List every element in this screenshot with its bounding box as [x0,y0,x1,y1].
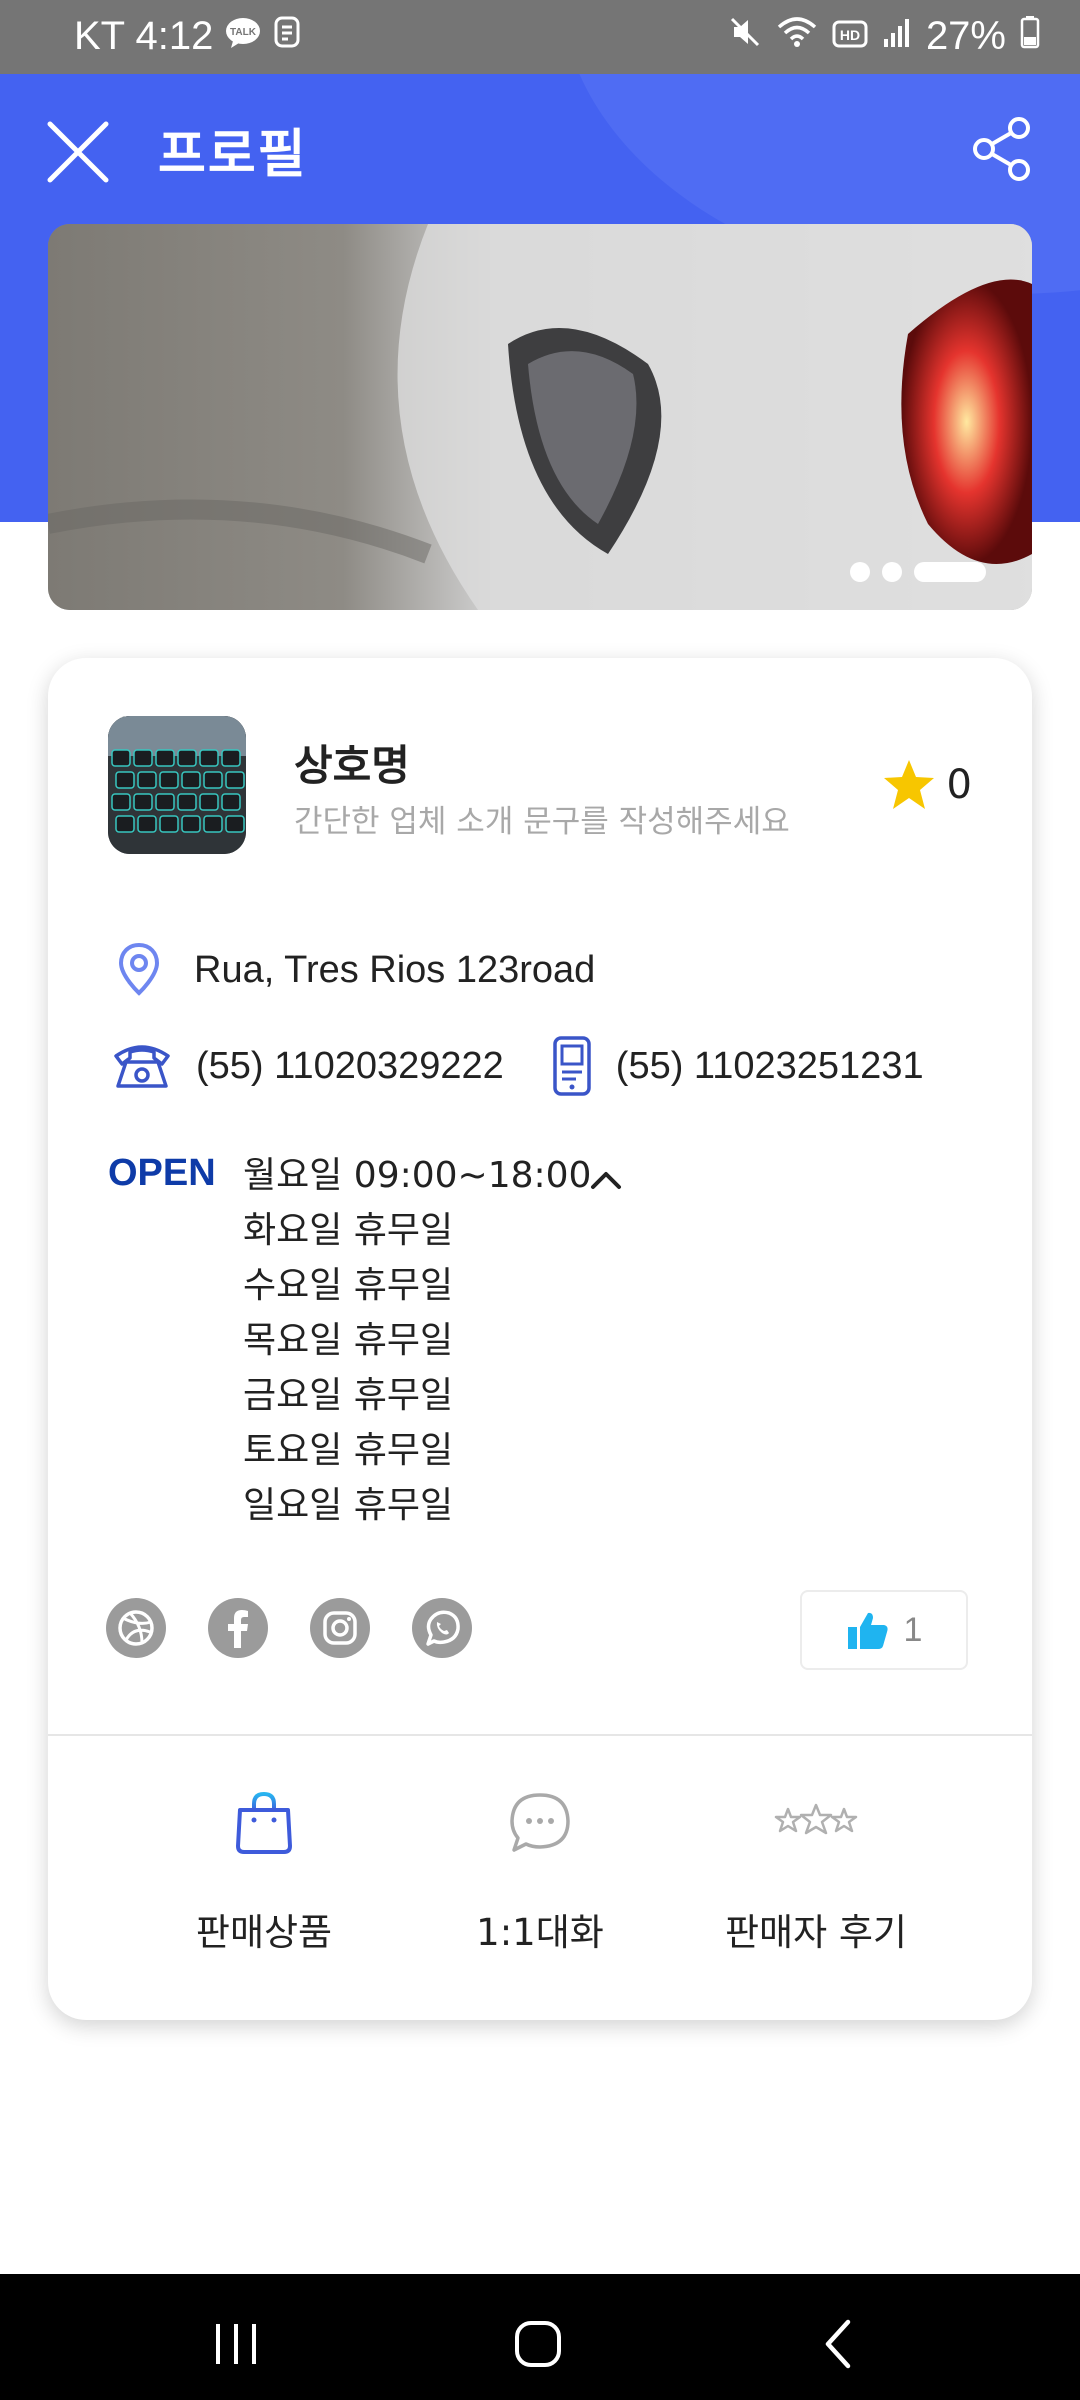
tab-reviews-label: 판매자 후기 [725,1911,907,1954]
carousel-dots [850,562,986,582]
rating: 0 [881,758,972,812]
facebook-icon [228,1610,248,1648]
hours-collapse-button[interactable] [588,1162,624,1198]
star-icon [883,760,934,809]
rating-value: 0 [946,762,972,808]
profile-card: 상호명 간단한 업체 소개 문구를 작성해주세요 0 Rua, Tres Rio… [48,658,1032,2020]
chat-bubble-icon [510,1793,570,1852]
avatar [108,716,246,854]
mobile-phone-icon [553,1036,591,1096]
divider [48,1734,1032,1736]
social-links [106,1598,472,1658]
svg-text:TALK: TALK [230,27,257,38]
hours-tuesday: 화요일 휴무일 [243,1210,454,1251]
mobile-contact[interactable]: (55) 11023251231 [552,1036,924,1096]
phone-number[interactable]: (55) 11020329222 [196,1045,504,1088]
wifi-icon [776,14,818,59]
whatsapp-icon [426,1610,460,1646]
system-nav-bar [0,2274,1080,2400]
back-button[interactable] [810,2314,870,2374]
recent-apps-icon [216,2324,256,2364]
kakaotalk-icon: TALK [225,14,261,59]
address-row[interactable]: Rua, Tres Rios 123road [116,942,595,998]
hours-wednesday: 수요일 휴무일 [243,1265,454,1306]
battery-icon [1020,14,1040,59]
carousel-dot[interactable] [882,562,902,582]
location-pin-icon [118,942,160,996]
hours-saturday: 토요일 휴무일 [243,1430,454,1471]
open-status: OPEN [108,1152,216,1194]
back-icon [825,2319,851,2369]
carrier-time: KT 4:12 [74,14,214,58]
shop-name: 상호명 [294,741,410,790]
recent-apps-button[interactable] [206,2314,266,2374]
contact-row: (55) 11020329222 (55) 11023251231 [112,1036,924,1096]
chevron-up-icon [591,1172,621,1189]
banner-image [48,224,1032,610]
share-button[interactable] [970,116,1036,182]
share-icon [973,117,1030,181]
signal-icon [882,14,912,59]
like-button[interactable]: 1 [800,1590,968,1670]
home-button[interactable] [508,2314,568,2374]
carousel-dot-active[interactable] [914,562,986,582]
tab-chat[interactable]: 1:1대화 [410,1788,670,1956]
tab-chat-label: 1:1대화 [476,1911,604,1954]
shop-description: 간단한 업체 소개 문구를 작성해주세요 [294,804,790,840]
carousel-dot[interactable] [850,562,870,582]
home-icon [515,2321,561,2367]
status-bar: KT 4:12 TALK HD 27% [0,0,1080,74]
banner-carousel[interactable] [48,224,1032,610]
hours-sunday: 일요일 휴무일 [243,1485,454,1526]
instagram-button[interactable] [310,1598,370,1658]
battery-percent: 27% [925,14,1006,58]
hours-thursday: 목요일 휴무일 [243,1320,454,1361]
hours-friday: 금요일 휴무일 [243,1375,454,1416]
dribbble-button[interactable] [106,1598,166,1658]
thumbs-up-icon [847,1612,888,1649]
svg-text:HD: HD [840,27,860,43]
whatsapp-button[interactable] [412,1598,472,1658]
shopping-bag-icon [236,1791,292,1854]
tab-products-label: 판매상품 [195,1911,333,1954]
bottom-tabs: 판매상품 1:1대화 판매자 후기 [48,1788,1032,1958]
tab-products[interactable]: 판매상품 [134,1788,394,1956]
business-hours: 월요일 09:00~18:00 화요일 휴무일 수요일 휴무일 목요일 휴무일 … [243,1148,591,1533]
dribbble-icon [118,1610,154,1646]
like-count: 1 [903,1610,923,1649]
instagram-icon [323,1611,357,1645]
nfc-icon [273,14,301,59]
hd-icon: HD [832,14,868,59]
page-title: 프로필 [158,125,308,185]
mute-icon [728,14,762,59]
facebook-button[interactable] [208,1598,268,1658]
hours-monday: 월요일 09:00~18:00 [243,1155,592,1196]
tab-reviews[interactable]: 판매자 후기 [686,1788,946,1956]
address-text: Rua, Tres Rios 123road [194,948,596,991]
close-button[interactable] [44,118,112,186]
stars-icon [774,1803,858,1835]
mobile-number: (55) 11023251231 [615,1044,924,1087]
close-icon [47,121,109,183]
keyboard-image [108,716,246,854]
telephone-icon[interactable] [112,1040,172,1092]
